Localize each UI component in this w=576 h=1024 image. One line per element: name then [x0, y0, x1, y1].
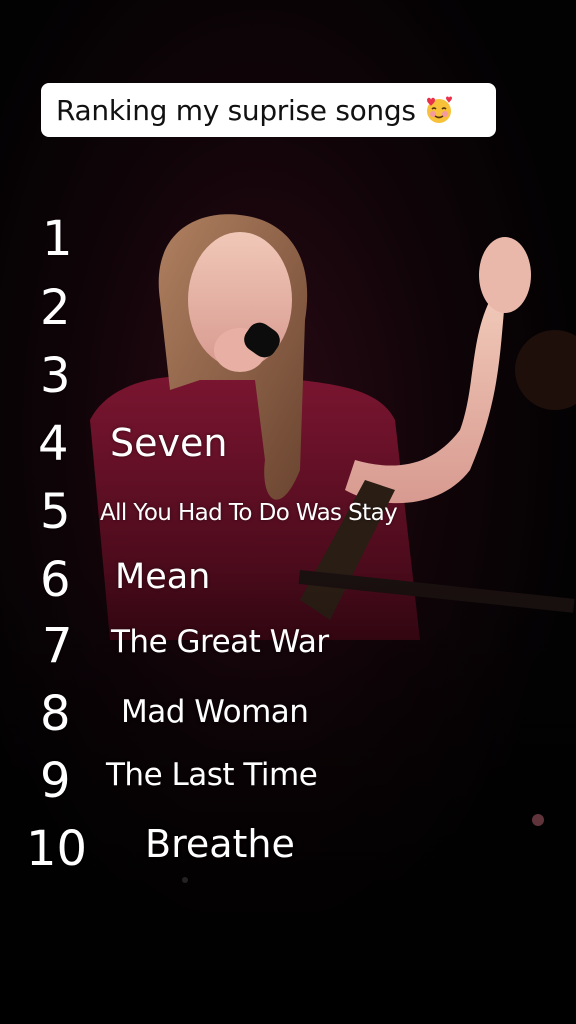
- caption-box: Ranking my suprise songs: [41, 83, 496, 137]
- rank-5: 5: [40, 484, 71, 540]
- rank-1: 1: [42, 211, 73, 267]
- rank-2: 2: [40, 280, 71, 336]
- song-rank-5: All You Had To Do Was Stay: [100, 500, 398, 526]
- song-rank-9: The Last Time: [106, 757, 318, 793]
- rank-9: 9: [40, 753, 71, 809]
- smiling-face-with-hearts-icon: [424, 95, 454, 125]
- song-rank-4: Seven: [110, 421, 228, 465]
- caption-text: Ranking my suprise songs: [56, 93, 416, 127]
- rank-4: 4: [38, 416, 69, 472]
- rank-8: 8: [40, 686, 71, 742]
- rank-6: 6: [40, 552, 71, 608]
- song-rank-7: The Great War: [111, 624, 329, 660]
- rank-3: 3: [40, 348, 71, 404]
- video-frame: Ranking my suprise songs 1 2 3 4 5 6 7 8…: [0, 0, 576, 1024]
- song-rank-8: Mad Woman: [121, 694, 309, 730]
- song-rank-10: Breathe: [145, 822, 295, 866]
- rank-7: 7: [42, 618, 73, 674]
- rank-10: 10: [26, 821, 88, 877]
- song-rank-6: Mean: [115, 557, 211, 597]
